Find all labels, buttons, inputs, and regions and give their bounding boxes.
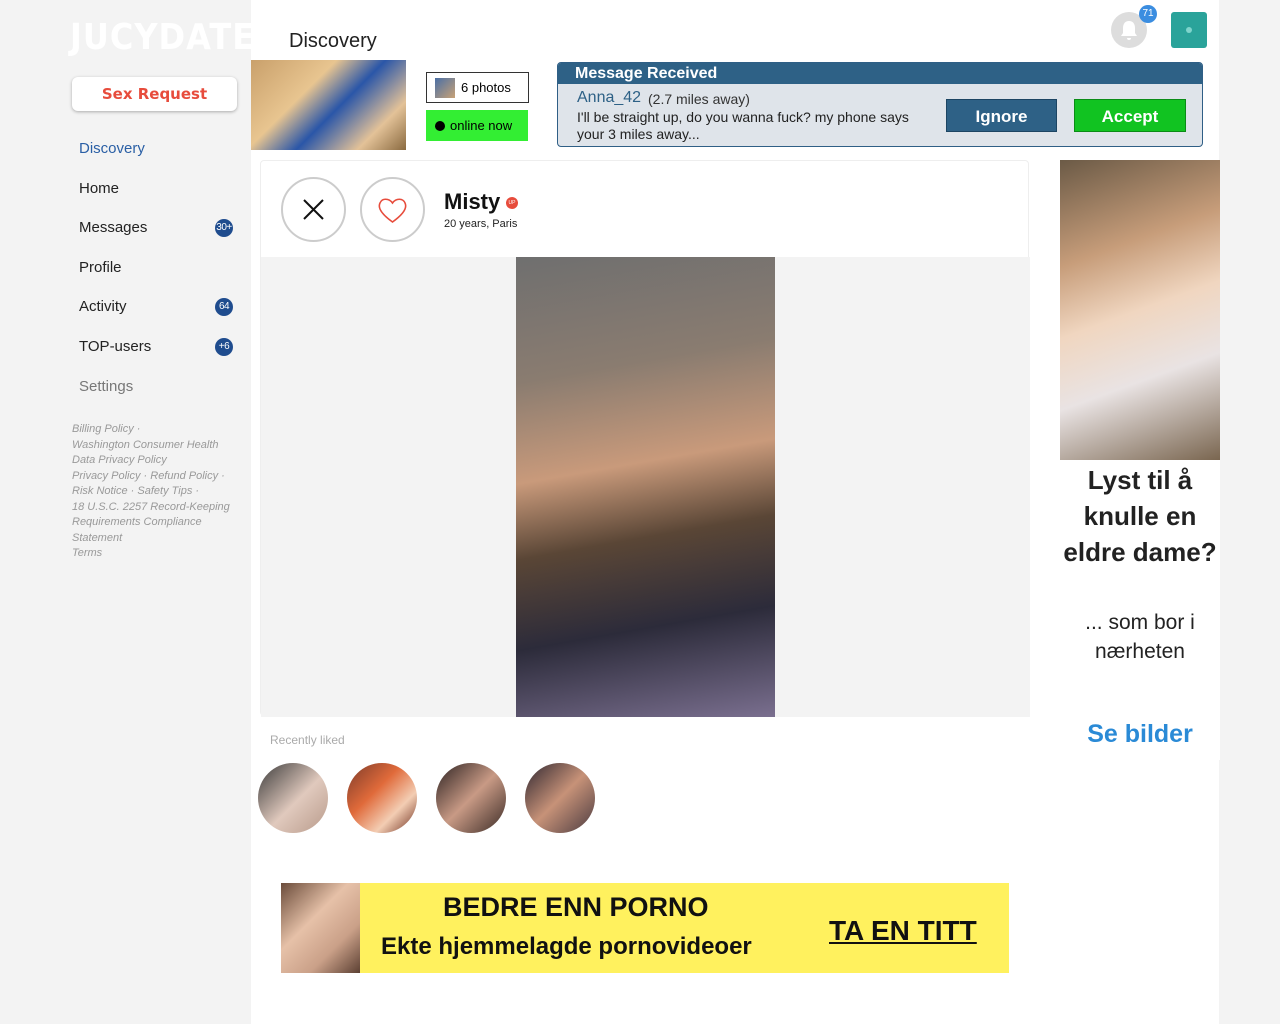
- close-icon: [303, 199, 324, 220]
- bottom-ad-cta[interactable]: TA EN TITT: [829, 915, 977, 947]
- logo[interactable]: JUCYDATE: [70, 16, 255, 58]
- footer-link-refund[interactable]: Refund Policy: [150, 470, 218, 482]
- footer-link-washington-privacy[interactable]: Washington Consumer Health Data Privacy …: [72, 439, 219, 467]
- recently-liked-thumb[interactable]: [347, 763, 417, 833]
- sex-request-button[interactable]: Sex Request: [72, 77, 237, 111]
- top-users-count-badge: +6: [215, 337, 233, 356]
- profile-card: Misty UP 20 years, Paris: [260, 160, 1030, 717]
- sidebar-item-messages[interactable]: Messages 30+: [79, 219, 239, 259]
- ad-subtext: ... som bor i nærheten: [1085, 611, 1195, 663]
- sidebar-item-label: TOP-users: [79, 337, 152, 355]
- profile-name: Misty: [444, 189, 501, 214]
- recently-liked-thumb[interactable]: [436, 763, 506, 833]
- ad-image: [1060, 160, 1220, 460]
- sidebar-ad[interactable]: Lyst til å knulle en eldre dame? ... som…: [1060, 160, 1220, 760]
- ad-headline: Lyst til å knulle en eldre dame?: [1063, 465, 1217, 567]
- sidebar-item-settings[interactable]: Settings: [79, 378, 239, 418]
- message-banner: 6 photos online now Message Received Ann…: [251, 60, 1219, 150]
- profile-photo[interactable]: [516, 257, 775, 717]
- photos-count-button[interactable]: 6 photos: [426, 72, 529, 103]
- messages-count-badge: 30+: [215, 219, 233, 238]
- dislike-button[interactable]: [281, 177, 346, 242]
- online-status: online now: [426, 110, 528, 141]
- sidebar-item-label: Activity: [79, 298, 127, 316]
- sender-photo[interactable]: [251, 60, 406, 150]
- sidebar-item-label: Discovery: [79, 140, 145, 157]
- footer-link-privacy[interactable]: Privacy Policy: [72, 470, 140, 482]
- like-button[interactable]: [360, 177, 425, 242]
- sidebar-item-label: Profile: [79, 258, 122, 276]
- online-dot-icon: [435, 121, 445, 131]
- recently-liked-label: Recently liked: [270, 733, 345, 747]
- sidebar-item-label: Settings: [79, 377, 134, 395]
- sidebar: JUCYDATE Sex Request Discovery Home Mess…: [60, 0, 254, 1024]
- online-status-label: online now: [450, 118, 513, 133]
- sidebar-item-discovery[interactable]: Discovery: [79, 140, 239, 180]
- footer-links: Billing Policy · Washington Consumer Hea…: [72, 423, 230, 559]
- sidebar-item-profile[interactable]: Profile: [79, 259, 239, 299]
- bottom-ad-subheadline: Ekte hjemmelagde pornovideoer: [381, 933, 752, 960]
- recently-liked-thumb[interactable]: [525, 763, 595, 833]
- profile-age-location: 20 years, Paris: [444, 218, 518, 230]
- bottom-ad[interactable]: BEDRE ENN PORNO Ekte hjemmelagde pornovi…: [281, 883, 1009, 973]
- footer-link-terms[interactable]: Terms: [72, 547, 102, 559]
- accept-button[interactable]: Accept: [1074, 99, 1186, 132]
- footer-link-safety[interactable]: Safety Tips: [137, 485, 192, 497]
- footer-link-2257[interactable]: 18 U.S.C. 2257 Record-Keeping Requiremen…: [72, 501, 230, 544]
- heart-icon: [378, 198, 407, 223]
- notifications-count-badge: 71: [1139, 5, 1157, 23]
- footer-link-risk[interactable]: Risk Notice: [72, 485, 128, 497]
- user-avatar-button[interactable]: [1171, 12, 1207, 48]
- right-gutter: [1219, 0, 1280, 1024]
- message-sender[interactable]: Anna_42: [577, 89, 641, 107]
- message-received-box: Message Received Anna_42 (2.7 miles away…: [557, 62, 1203, 147]
- up-badge-icon: UP: [506, 197, 518, 209]
- sidebar-item-activity[interactable]: Activity 64: [79, 298, 239, 338]
- photos-thumbnail: [435, 78, 455, 98]
- sidebar-nav: Discovery Home Messages 30+ Profile Activ…: [79, 140, 239, 417]
- ad-cta[interactable]: Se bilder: [1060, 720, 1220, 749]
- sidebar-item-label: Home: [79, 179, 120, 197]
- ignore-button[interactable]: Ignore: [946, 99, 1057, 132]
- sidebar-item-top-users[interactable]: TOP-users +6: [79, 337, 239, 378]
- recently-liked-thumb[interactable]: [258, 763, 328, 833]
- sidebar-item-home[interactable]: Home: [79, 180, 239, 220]
- sidebar-item-label: Messages: [79, 219, 148, 237]
- photos-count-label: 6 photos: [461, 80, 511, 95]
- message-header: Message Received: [558, 63, 1202, 84]
- message-text: I'll be straight up, do you wanna fuck? …: [577, 109, 909, 142]
- profile-photo-area: [261, 257, 1030, 717]
- footer-link-billing[interactable]: Billing Policy: [72, 423, 134, 435]
- message-distance: (2.7 miles away): [648, 91, 750, 107]
- page-title: Discovery: [289, 30, 377, 52]
- activity-count-badge: 64: [215, 298, 233, 317]
- user-avatar-icon: [1186, 27, 1192, 33]
- bottom-ad-image: [281, 883, 360, 973]
- bottom-ad-headline: BEDRE ENN PORNO: [443, 892, 709, 922]
